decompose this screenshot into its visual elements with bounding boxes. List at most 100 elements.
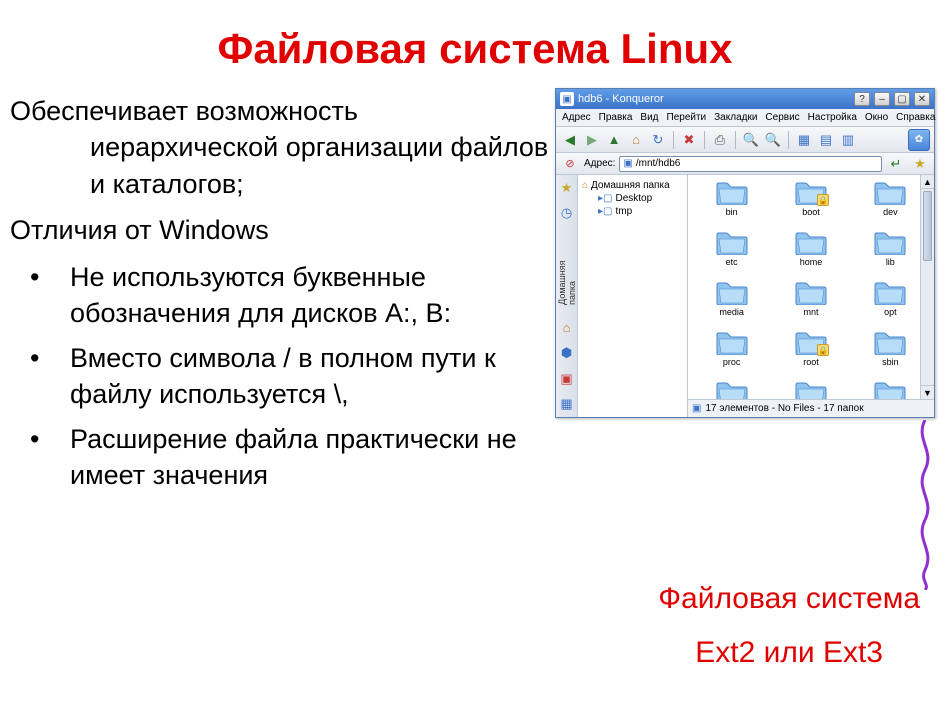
scroll-thumb[interactable] — [923, 191, 932, 261]
folder-item[interactable]: opt — [851, 279, 930, 329]
folder-item[interactable]: sbin — [851, 329, 930, 379]
main-area: ★ ◷ Домашняя папка ⌂ ⬢ ▣ ▦ ⌂ Домашняя па… — [556, 175, 934, 417]
sidebar-panel: ★ ◷ Домашняя папка ⌂ ⬢ ▣ ▦ — [556, 175, 578, 417]
stop-button[interactable]: ✖ — [679, 130, 699, 150]
view-tree-button[interactable]: ▥ — [838, 130, 858, 150]
scroll-up-button[interactable]: ▲ — [921, 175, 934, 189]
tree-root-item[interactable]: ⌂ Домашняя папка — [580, 179, 685, 192]
window-title-text: hdb6 - Konqueror — [578, 93, 850, 105]
toolbar: ◀ ▶ ▲ ⌂ ↻ ✖ ⎙ 🔍 🔍 ▦ ▤ ▥ ✿ — [556, 127, 934, 153]
home-tab[interactable]: ⌂ — [558, 319, 576, 337]
folder-item[interactable]: home — [771, 229, 850, 279]
folder-item[interactable]: etc — [692, 229, 771, 279]
history-tab[interactable]: ◷ — [558, 205, 576, 223]
forward-button[interactable]: ▶ — [582, 130, 602, 150]
address-bar: ⊘ Адрес: ▣ /mnt/hdb6 ↵ ★ — [556, 153, 934, 175]
folder-icon: 🔒 — [794, 179, 828, 205]
root-tab[interactable]: ▣ — [558, 370, 576, 388]
folder-item[interactable]: proc — [692, 329, 771, 379]
folder-item[interactable]: sys — [771, 379, 850, 399]
tree-panel: ⌂ Домашняя папка ▸▢ Desktop ▸▢ tmp — [578, 175, 688, 417]
maximize-button[interactable]: ▢ — [894, 92, 910, 106]
folder-item[interactable]: tmp — [851, 379, 930, 399]
menu-bookmarks[interactable]: Закладки — [714, 112, 757, 123]
folder-item[interactable]: 🔒boot — [771, 179, 850, 229]
sidebar-vertical-label: Домашняя папка — [557, 236, 577, 305]
folder-label: boot — [802, 207, 820, 217]
up-button[interactable]: ▲ — [604, 130, 624, 150]
folder-icon — [873, 179, 907, 205]
bookmarks-tab[interactable]: ★ — [558, 179, 576, 197]
bookmark-button[interactable]: ★ — [910, 154, 930, 174]
folder-label: opt — [884, 307, 897, 317]
home-button[interactable]: ⌂ — [626, 130, 646, 150]
folder-item[interactable]: 🔒root — [771, 329, 850, 379]
menu-go[interactable]: Перейти — [667, 112, 707, 123]
scroll-down-button[interactable]: ▼ — [921, 385, 934, 399]
lock-badge-icon: 🔒 — [817, 194, 829, 206]
window-titlebar[interactable]: ▣ hdb6 - Konqueror ? – ▢ ✕ — [556, 89, 934, 109]
tree-child-item[interactable]: ▸▢ tmp — [580, 205, 685, 218]
filesystem-label: Файловая система Ext2 или Ext3 — [658, 572, 920, 680]
status-icon: ▣ — [692, 403, 701, 414]
file-grid: bin 🔒boot dev etc homelib media mnt opt proc🔒roo… — [688, 175, 934, 399]
menu-settings[interactable]: Настройка — [808, 112, 857, 123]
folder-item[interactable]: lib — [851, 229, 930, 279]
close-button[interactable]: ✕ — [914, 92, 930, 106]
menu-address[interactable]: Адрес — [562, 112, 591, 123]
tree-child-label: tmp — [615, 206, 632, 217]
folder-icon — [715, 379, 749, 399]
zoom-in-button[interactable]: 🔍 — [763, 130, 783, 150]
menu-edit[interactable]: Правка — [599, 112, 633, 123]
folder-label: media — [719, 307, 744, 317]
menu-help[interactable]: Справка — [896, 112, 935, 123]
folder-icon — [794, 229, 828, 255]
tree-child-label: Desktop — [615, 193, 652, 204]
zoom-out-button[interactable]: 🔍 — [741, 130, 761, 150]
help-button[interactable]: ? — [854, 92, 870, 106]
tree-child-item[interactable]: ▸▢ Desktop — [580, 192, 685, 205]
scroll-track[interactable] — [921, 263, 934, 385]
slide-title: Файловая система Linux — [0, 0, 950, 93]
folder-label: bin — [726, 207, 738, 217]
view-list-button[interactable]: ▤ — [816, 130, 836, 150]
back-button[interactable]: ◀ — [560, 130, 580, 150]
menu-tools[interactable]: Сервис — [765, 112, 799, 123]
menu-window[interactable]: Окно — [865, 112, 888, 123]
throbber-icon: ✿ — [908, 129, 930, 151]
go-button[interactable]: ↵ — [886, 154, 906, 174]
folder-item[interactable]: media — [692, 279, 771, 329]
folder-item[interactable]: mnt — [771, 279, 850, 329]
separator — [735, 131, 736, 149]
bullet-list: Не используются буквенные обозначения дл… — [10, 259, 550, 494]
folder-item[interactable]: bin — [692, 179, 771, 229]
folder-item[interactable]: srv — [692, 379, 771, 399]
status-bar: ▣ 17 элементов - No Files - 17 папок — [688, 399, 934, 417]
folder-item[interactable]: dev — [851, 179, 930, 229]
tree-root-label: Домашняя папка — [591, 180, 670, 191]
minimize-button[interactable]: – — [874, 92, 890, 106]
print-button[interactable]: ⎙ — [710, 130, 730, 150]
menu-view[interactable]: Вид — [640, 112, 658, 123]
folder-label: etc — [726, 257, 738, 267]
folder-label: dev — [883, 207, 898, 217]
services-tab[interactable]: ▦ — [558, 395, 576, 413]
fs-line2: Ext2 или Ext3 — [658, 626, 920, 680]
clear-address-button[interactable]: ⊘ — [560, 154, 580, 174]
separator — [788, 131, 789, 149]
paragraph-1: Обеспечивает возможность иерархической о… — [10, 93, 550, 202]
network-tab[interactable]: ⬢ — [558, 344, 576, 362]
menu-bar: Адрес Правка Вид Перейти Закладки Сервис… — [556, 109, 934, 127]
folder-icon — [715, 279, 749, 305]
home-icon: ⌂ — [582, 180, 588, 191]
vertical-scrollbar[interactable]: ▲ ▼ — [920, 175, 934, 399]
list-item: Расширение файла практически не имеет зн… — [10, 421, 550, 494]
view-icons-button[interactable]: ▦ — [794, 130, 814, 150]
reload-button[interactable]: ↻ — [648, 130, 668, 150]
separator — [704, 131, 705, 149]
folder-icon: ▣ — [623, 158, 632, 169]
folder-icon: ▸▢ — [598, 193, 612, 204]
folder-label: mnt — [803, 307, 818, 317]
address-input[interactable]: ▣ /mnt/hdb6 — [619, 156, 882, 172]
konqueror-window: ▣ hdb6 - Konqueror ? – ▢ ✕ Адрес Правка … — [555, 88, 935, 418]
